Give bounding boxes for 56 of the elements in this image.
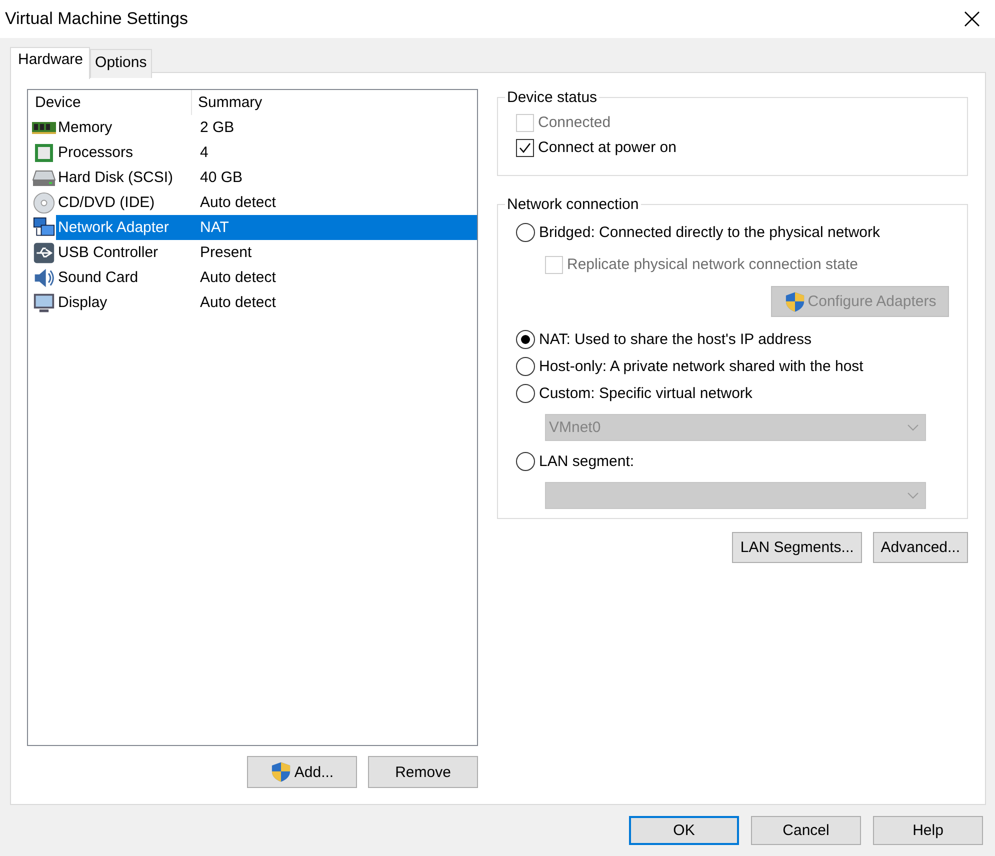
group-title: Network connection [506, 196, 640, 213]
chip-icon [32, 142, 56, 164]
tab[interactable]: Hardware [10, 47, 90, 79]
group-title: Device status [506, 89, 598, 106]
dialog-button[interactable]: Help [873, 816, 983, 845]
dialog-button[interactable]: LAN Segments... [732, 532, 862, 563]
device-name[interactable]: Hard Disk (SCSI) [56, 165, 196, 190]
checkbox-label: Connect at power on [538, 139, 676, 156]
checkbox[interactable] [516, 138, 534, 156]
device-summary[interactable]: Auto detect [194, 265, 477, 290]
device-summary[interactable]: NAT [194, 215, 477, 240]
radio-button[interactable] [516, 452, 535, 471]
speaker-icon [32, 266, 56, 288]
monitor-icon [32, 292, 56, 314]
check-icon [518, 140, 532, 154]
dialog-button[interactable]: OK [629, 816, 739, 845]
column-header[interactable]: Summary [192, 90, 477, 115]
radio-label: Custom: Specific virtual network [539, 385, 752, 402]
device-name[interactable]: Memory [56, 115, 196, 140]
shield-icon [784, 290, 806, 312]
device-summary[interactable]: Present [194, 240, 477, 265]
device-summary[interactable]: 2 GB [194, 115, 477, 140]
usb-icon [32, 242, 56, 264]
dialog-button[interactable]: Cancel [751, 816, 861, 845]
radio-label: Bridged: Connected directly to the physical network [539, 224, 880, 241]
checkbox-label: Connected [538, 114, 611, 131]
device-summary[interactable]: Auto detect [194, 190, 477, 215]
disc-icon [32, 192, 56, 214]
device-summary[interactable]: 40 GB [194, 165, 477, 190]
add-button[interactable]: Add... [247, 756, 357, 788]
radio-button[interactable] [516, 223, 535, 242]
chevron-icon [907, 492, 919, 500]
device-name[interactable]: Display [56, 290, 196, 315]
dialog-button[interactable]: Advanced... [872, 532, 968, 563]
radio-label: NAT: Used to share the host's IP address [539, 331, 812, 348]
column-header[interactable]: Device [28, 90, 192, 115]
checkbox-label: Replicate physical network connection state [567, 256, 858, 273]
chevron-icon [907, 424, 919, 432]
device-name[interactable]: USB Controller [56, 240, 196, 265]
remove-button[interactable]: Remove [368, 756, 478, 788]
device-name[interactable]: Sound Card [56, 265, 196, 290]
device-summary[interactable]: Auto detect [194, 290, 477, 315]
radio-button[interactable] [516, 330, 535, 349]
radio-button[interactable] [516, 384, 535, 403]
device-name[interactable]: Network Adapter [56, 215, 196, 240]
window-title: Virtual Machine Settings [5, 9, 188, 29]
device-name[interactable]: CD/DVD (IDE) [56, 190, 196, 215]
radio-label: Host-only: A private network shared with the host [539, 358, 864, 375]
radio-button[interactable] [516, 357, 535, 376]
tab[interactable]: Options [90, 49, 152, 78]
network-icon [32, 216, 56, 238]
radio-label: LAN segment: [539, 453, 634, 470]
shield-icon [270, 761, 292, 783]
close-icon[interactable] [963, 10, 981, 28]
device-name[interactable]: Processors [56, 140, 196, 165]
device-summary[interactable]: 4 [194, 140, 477, 165]
